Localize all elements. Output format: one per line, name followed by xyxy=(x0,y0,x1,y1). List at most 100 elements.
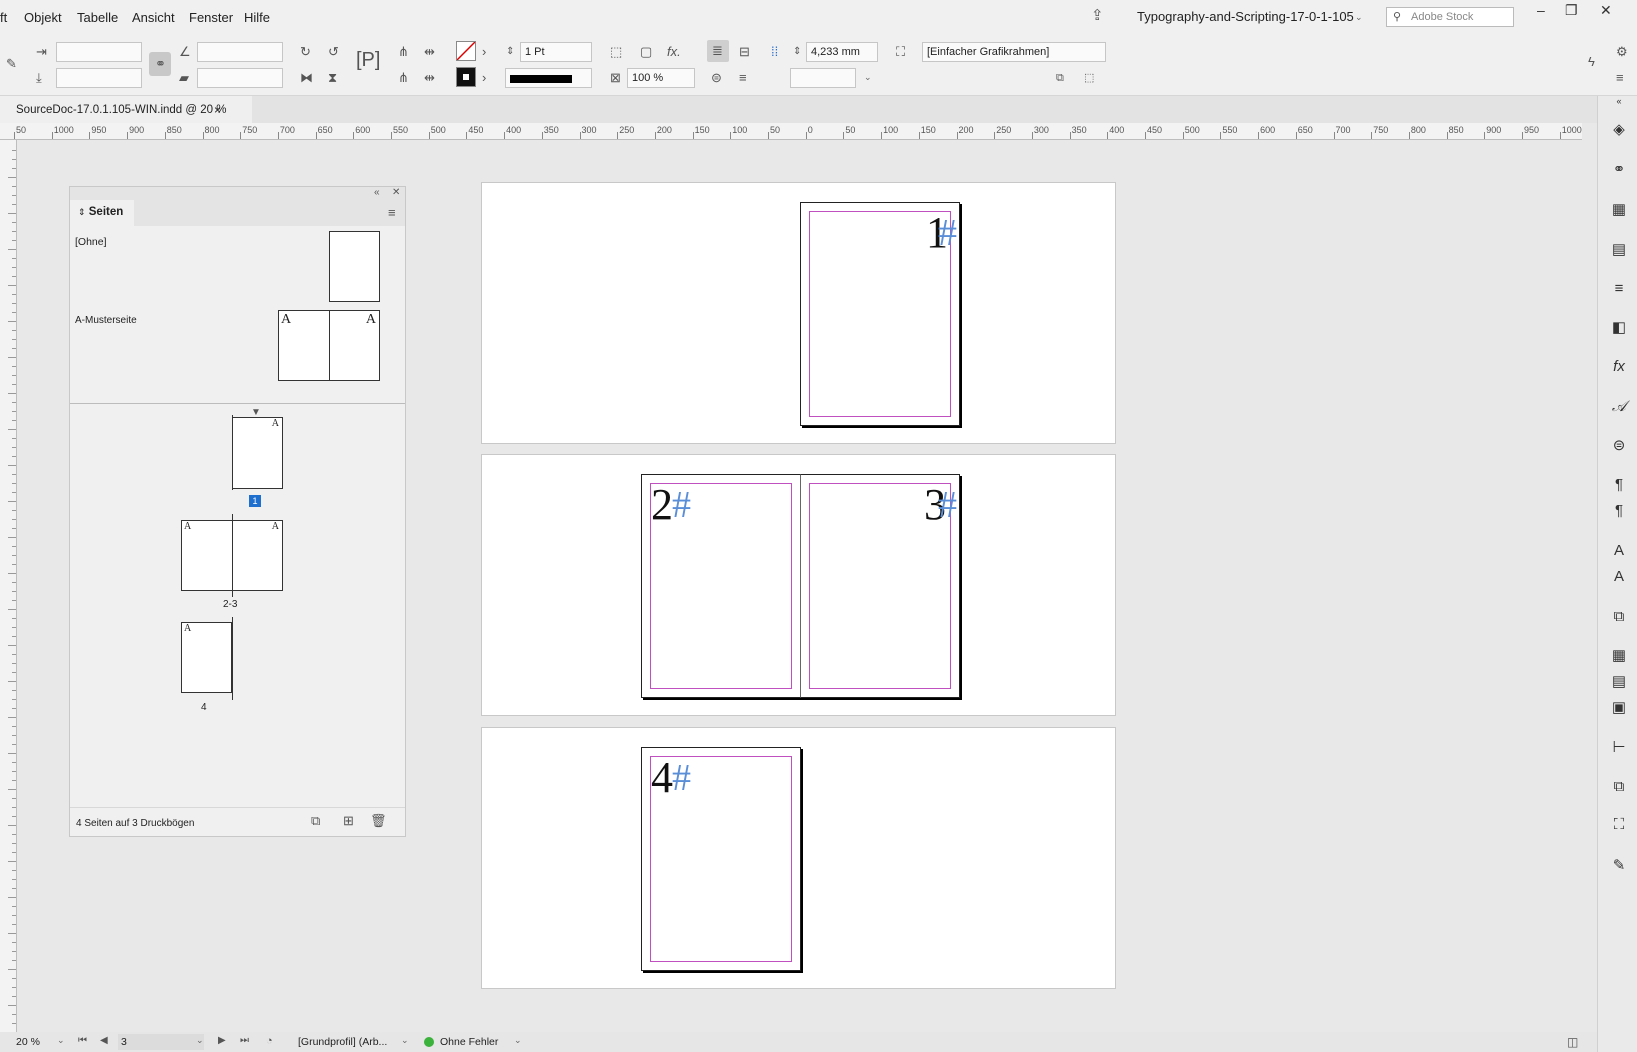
split-view-icon[interactable]: ◫ xyxy=(1567,1034,1578,1050)
a-master-label[interactable]: A-Musterseite xyxy=(75,315,137,326)
preflight-profile[interactable]: [Grundprofil] (Arb... xyxy=(298,1036,387,1048)
rotate-ccw-icon[interactable]: ↺ xyxy=(328,44,339,60)
drop-shadow-icon[interactable]: ▢ xyxy=(640,44,652,60)
spread-1[interactable]: 1 # xyxy=(481,182,1116,444)
layers-icon[interactable]: ◈ xyxy=(1608,120,1630,138)
last-page-icon[interactable]: ⏭ xyxy=(240,1033,249,1049)
flip-horizontal-icon[interactable]: ⧓ xyxy=(300,70,313,86)
width-field[interactable] xyxy=(56,42,142,62)
panel-menu-icon[interactable]: ≡ xyxy=(388,205,396,221)
object-style-select[interactable]: [Einfacher Grafikrahmen] xyxy=(922,42,1106,62)
pathfinder-icon[interactable]: ⧉ xyxy=(1608,778,1630,795)
new-page-icon[interactable]: ⊞ xyxy=(343,813,354,829)
next-page-icon[interactable]: ▶ xyxy=(218,1033,226,1049)
table-styles-icon[interactable]: ▤ xyxy=(1608,672,1630,690)
prev-page-icon[interactable]: ◀ xyxy=(100,1033,108,1049)
frame-fitting-icon[interactable]: ⬚ xyxy=(610,44,622,60)
restore-button[interactable]: ❐ xyxy=(1565,2,1578,19)
select-container-icon[interactable]: ⋔ xyxy=(398,44,409,60)
fx-icon[interactable]: fx. xyxy=(667,44,681,60)
offset-stepper-icon[interactable]: ⇕ xyxy=(793,44,801,60)
page-thumb-2[interactable]: A xyxy=(181,520,233,591)
stroke-icon[interactable]: ≡ xyxy=(1608,280,1630,297)
lightning-icon[interactable]: ϟ xyxy=(1588,54,1595,70)
edit-page-size-icon[interactable]: ⧉ xyxy=(311,813,320,829)
preflight-status[interactable]: Ohne Fehler xyxy=(440,1036,498,1048)
trash-icon[interactable]: 🗑 xyxy=(370,813,387,829)
character-icon[interactable]: A xyxy=(1608,542,1630,559)
links-icon[interactable]: ⚭ xyxy=(1608,160,1630,178)
document-tab[interactable]: SourceDoc-17.0.1.105-WIN.indd @ 20 % × xyxy=(0,96,252,123)
chevron-down-icon[interactable]: ⌄ xyxy=(864,72,872,83)
wrap-jump-icon[interactable]: ≡ xyxy=(739,70,747,86)
wrap-bounding-icon[interactable]: ⊟ xyxy=(739,44,750,60)
menu-icon[interactable]: ≡ xyxy=(1616,70,1624,86)
stroke-type-select[interactable] xyxy=(505,68,592,88)
page-3[interactable]: 3 # xyxy=(800,474,960,698)
chevron-down-icon[interactable]: ⌄ xyxy=(1355,12,1363,23)
none-master-label[interactable]: [Ohne] xyxy=(75,236,107,248)
flip-vertical-icon[interactable]: ⧗ xyxy=(328,70,337,86)
tab-pages[interactable]: ⇕ Seiten xyxy=(70,200,134,226)
collapse-dock-icon[interactable]: « xyxy=(1608,96,1630,106)
align-button-active[interactable]: ≣ xyxy=(707,40,729,62)
document-title[interactable]: Typography-and-Scripting-17-0-1-105 xyxy=(1137,9,1354,24)
share-icon[interactable]: ⇪ xyxy=(1091,8,1104,24)
fill-dropdown-icon[interactable]: › xyxy=(482,44,486,60)
open-page-icon[interactable]: ◔ xyxy=(266,1033,273,1049)
a-master-left-thumb[interactable]: A xyxy=(278,310,330,381)
close-button[interactable]: ✕ xyxy=(1600,2,1612,19)
constrain-link-button[interactable]: ⚭ xyxy=(149,52,171,76)
current-page-badge[interactable]: 1 xyxy=(249,495,261,507)
object-styles-icon[interactable]: ⧉ xyxy=(1608,608,1630,625)
character-styles-icon[interactable]: A xyxy=(1608,568,1630,585)
menu-help[interactable]: Hilfe xyxy=(244,10,270,25)
offset-field[interactable]: 4,233 mm xyxy=(806,42,878,62)
effects-icon[interactable]: fx xyxy=(1608,358,1630,375)
page-thumb-4[interactable]: A xyxy=(181,622,232,693)
chevron-down-icon[interactable]: ⌄ xyxy=(514,1035,522,1046)
glyphs-icon[interactable]: 𝒜 xyxy=(1608,398,1630,415)
stroke-dropdown-icon[interactable]: › xyxy=(482,70,486,86)
cell-styles-icon[interactable]: ▣ xyxy=(1608,698,1630,716)
opacity-field[interactable]: 100 % xyxy=(627,68,695,88)
chevron-down-icon[interactable]: ⌄ xyxy=(57,1035,65,1046)
gradient-icon[interactable]: ▤ xyxy=(1608,240,1630,258)
close-icon[interactable]: ✕ xyxy=(392,185,400,201)
gear-icon[interactable]: ⚙ xyxy=(1616,44,1628,60)
spread-3[interactable]: 4 # xyxy=(481,727,1116,989)
collapse-icon[interactable]: « xyxy=(374,185,380,201)
select-prev-icon[interactable]: ⇹ xyxy=(424,44,435,60)
rotate-field[interactable] xyxy=(197,42,283,62)
table-icon[interactable]: ▦ xyxy=(1608,646,1630,664)
align-icon[interactable]: ⊢ xyxy=(1608,738,1630,756)
page-1[interactable]: 1 # xyxy=(800,202,960,426)
stroke-swatch[interactable] xyxy=(456,67,476,87)
page-thumb-1[interactable]: A xyxy=(232,417,283,489)
minimize-button[interactable]: – xyxy=(1537,2,1545,18)
menu-window[interactable]: Fenster xyxy=(189,10,233,25)
style-options-icon[interactable]: ⬚ xyxy=(1084,70,1094,86)
grid-icon[interactable]: ⁞⁞ xyxy=(771,44,778,60)
select-content-icon[interactable]: ⋔ xyxy=(398,70,409,86)
page-thumb-3[interactable]: A xyxy=(232,520,283,591)
corner-field[interactable] xyxy=(790,68,856,88)
text-wrap-icon[interactable]: ⊜ xyxy=(1608,436,1630,454)
first-page-icon[interactable]: ⏮ xyxy=(78,1033,87,1049)
none-master-thumb[interactable] xyxy=(329,231,380,302)
select-next-icon[interactable]: ⇹ xyxy=(424,70,435,86)
menu-file[interactable]: ft xyxy=(0,10,7,25)
rotate-cw-icon[interactable]: ↻ xyxy=(300,44,311,60)
vertical-ruler[interactable] xyxy=(0,140,17,1032)
pen-icon[interactable]: ✎ xyxy=(6,56,17,72)
menu-object[interactable]: Objekt xyxy=(24,10,62,25)
chevron-down-icon[interactable]: ⌄ xyxy=(196,1035,204,1046)
menu-table[interactable]: Tabelle xyxy=(77,10,118,25)
preflight-icon[interactable]: ✎ xyxy=(1608,856,1630,874)
direction-p-icon[interactable]: [P] xyxy=(356,50,380,70)
horizontal-ruler[interactable]: 50 1000 950 900 850 800 750 700 650 600 550 500 450 4… xyxy=(0,123,1582,140)
clear-overrides-icon[interactable]: ⧉ xyxy=(1056,70,1064,86)
menu-view[interactable]: Ansicht xyxy=(132,10,175,25)
fill-swatch[interactable] xyxy=(456,41,476,61)
zoom-level[interactable]: 20 % xyxy=(16,1036,40,1048)
